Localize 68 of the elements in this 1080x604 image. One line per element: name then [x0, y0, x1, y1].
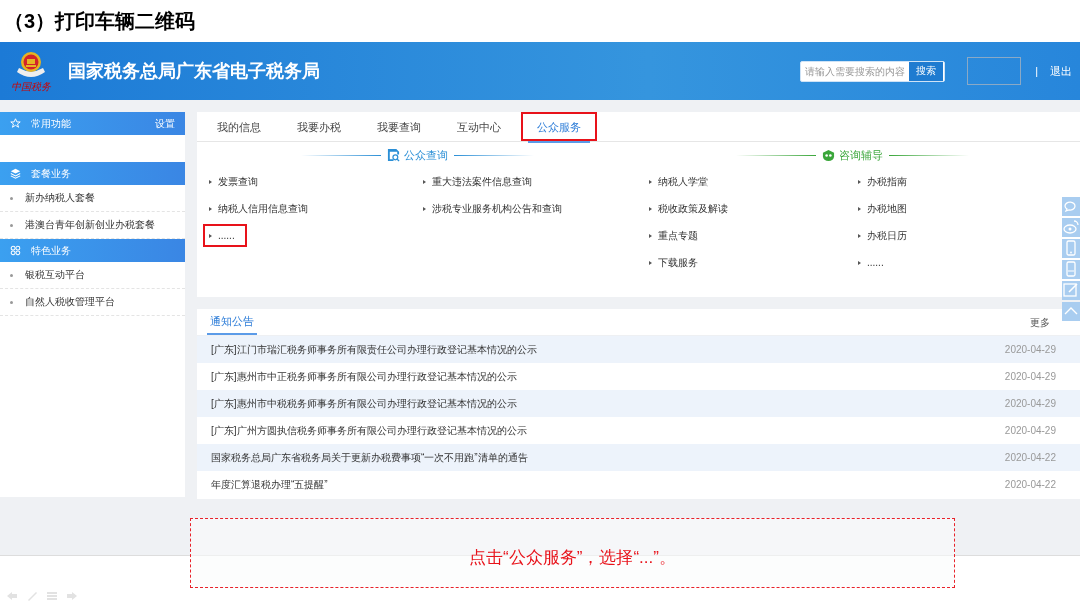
nav-tab[interactable]: 我要办税 — [288, 114, 350, 143]
phone-icon[interactable] — [1062, 260, 1080, 279]
notice-date: 2020-04-29 — [1004, 425, 1056, 436]
service-link[interactable]: 重点专题 — [649, 228, 698, 243]
chat-icon[interactable] — [1062, 197, 1080, 216]
slide-title: （3）打印车辆二维码 — [3, 8, 197, 34]
notice-date: 2020-04-29 — [1004, 371, 1056, 382]
logout-link[interactable]: 退出 — [1046, 63, 1072, 79]
notice-date: 2020-04-22 — [1004, 452, 1056, 463]
forward-icon[interactable] — [66, 591, 78, 601]
group-title: 咨询辅导 — [838, 147, 883, 163]
section-title: 套餐业务 — [31, 166, 72, 181]
edit-icon[interactable] — [1062, 281, 1080, 300]
notice-title[interactable]: [广东]惠州市中税税务师事务所有限公司办理行政登记基本情况的公示 — [211, 396, 517, 411]
service-link[interactable]: 重大违法案件信息查询 — [423, 174, 532, 189]
service-link[interactable]: ...... — [858, 257, 884, 268]
service-link[interactable]: ...... — [209, 230, 235, 241]
phone-icon[interactable] — [1062, 239, 1080, 258]
service-link[interactable]: 纳税人学堂 — [649, 174, 708, 189]
notice-title[interactable]: [广东]广州方圆执信税务师事务所有限公司办理行政登记基本情况的公示 — [211, 423, 527, 438]
service-link[interactable]: 发票查询 — [209, 174, 258, 189]
settings-link[interactable]: 设置 — [155, 116, 175, 131]
separator: | — [1035, 65, 1038, 77]
service-link[interactable]: 办税地图 — [858, 201, 907, 216]
notice-title[interactable]: [广东]惠州市中正税务师事务所有限公司办理行政登记基本情况的公示 — [211, 369, 517, 384]
nav-tab[interactable]: 互动中心 — [448, 114, 510, 143]
site-title: 国家税务总局广东省电子税务局 — [68, 60, 321, 83]
mascot-icon — [821, 148, 835, 162]
scroll-up-icon[interactable] — [1062, 302, 1080, 321]
section-title: 特色业务 — [31, 243, 72, 258]
service-link[interactable]: 涉税专业服务机构公告和查询 — [423, 201, 562, 216]
more-link[interactable]: 更多 — [1024, 315, 1056, 335]
notice-date: 2020-04-22 — [1004, 479, 1056, 490]
nav-tab[interactable]: 我的信息 — [208, 114, 270, 143]
grid-icon — [10, 245, 21, 256]
notice-title[interactable]: [广东]江门市瑞汇税务师事务所有限责任公司办理行政登记基本情况的公示 — [211, 342, 537, 357]
notice-date: 2020-04-29 — [1004, 398, 1056, 409]
nav-tab[interactable]: 我要查询 — [368, 114, 430, 143]
bullet-icon — [10, 300, 13, 304]
user-box[interactable] — [967, 57, 1022, 85]
bullet-icon — [10, 223, 13, 227]
back-icon[interactable] — [6, 591, 18, 601]
service-link[interactable]: 纳税人信用信息查询 — [209, 201, 308, 216]
sidebar-section-header[interactable]: 常用功能 设置 — [0, 112, 185, 135]
nav-tab[interactable]: 公众服务 — [528, 114, 590, 143]
section-title: 常用功能 — [31, 116, 72, 131]
service-link[interactable]: 办税日历 — [858, 228, 907, 243]
instruction-text: 点击“公众服务”，选择“...”。 — [469, 546, 676, 569]
layers-icon — [10, 168, 21, 179]
menu-icon[interactable] — [46, 591, 58, 601]
bullet-icon — [10, 196, 13, 200]
search-icon — [386, 148, 400, 162]
search-field[interactable]: 请输入需要搜索的内容 搜索 — [800, 60, 946, 82]
sidebar-item[interactable]: 新办纳税人套餐 — [0, 185, 185, 212]
service-link[interactable]: 办税指南 — [858, 174, 907, 189]
logo-caption: 中国税务 — [11, 82, 51, 92]
notice-title[interactable]: 国家税务总局广东省税务局关于更新办税费事项“一次不用跑”清单的通告 — [211, 450, 528, 465]
service-link[interactable]: 下载服务 — [649, 255, 698, 270]
group-title: 公众查询 — [403, 147, 448, 163]
notice-title[interactable]: 年度汇算退税办理“五提醒” — [211, 477, 328, 492]
sidebar-item[interactable]: 自然人税收管理平台 — [0, 289, 185, 316]
service-link[interactable]: 税收政策及解读 — [649, 201, 728, 216]
star-icon — [10, 118, 21, 129]
bullet-icon — [10, 273, 13, 277]
notice-date: 2020-04-29 — [1004, 344, 1056, 355]
search-button[interactable]: 搜索 — [909, 61, 944, 81]
sidebar-item[interactable]: 银税互动平台 — [0, 262, 185, 289]
pen-icon[interactable] — [26, 591, 38, 601]
